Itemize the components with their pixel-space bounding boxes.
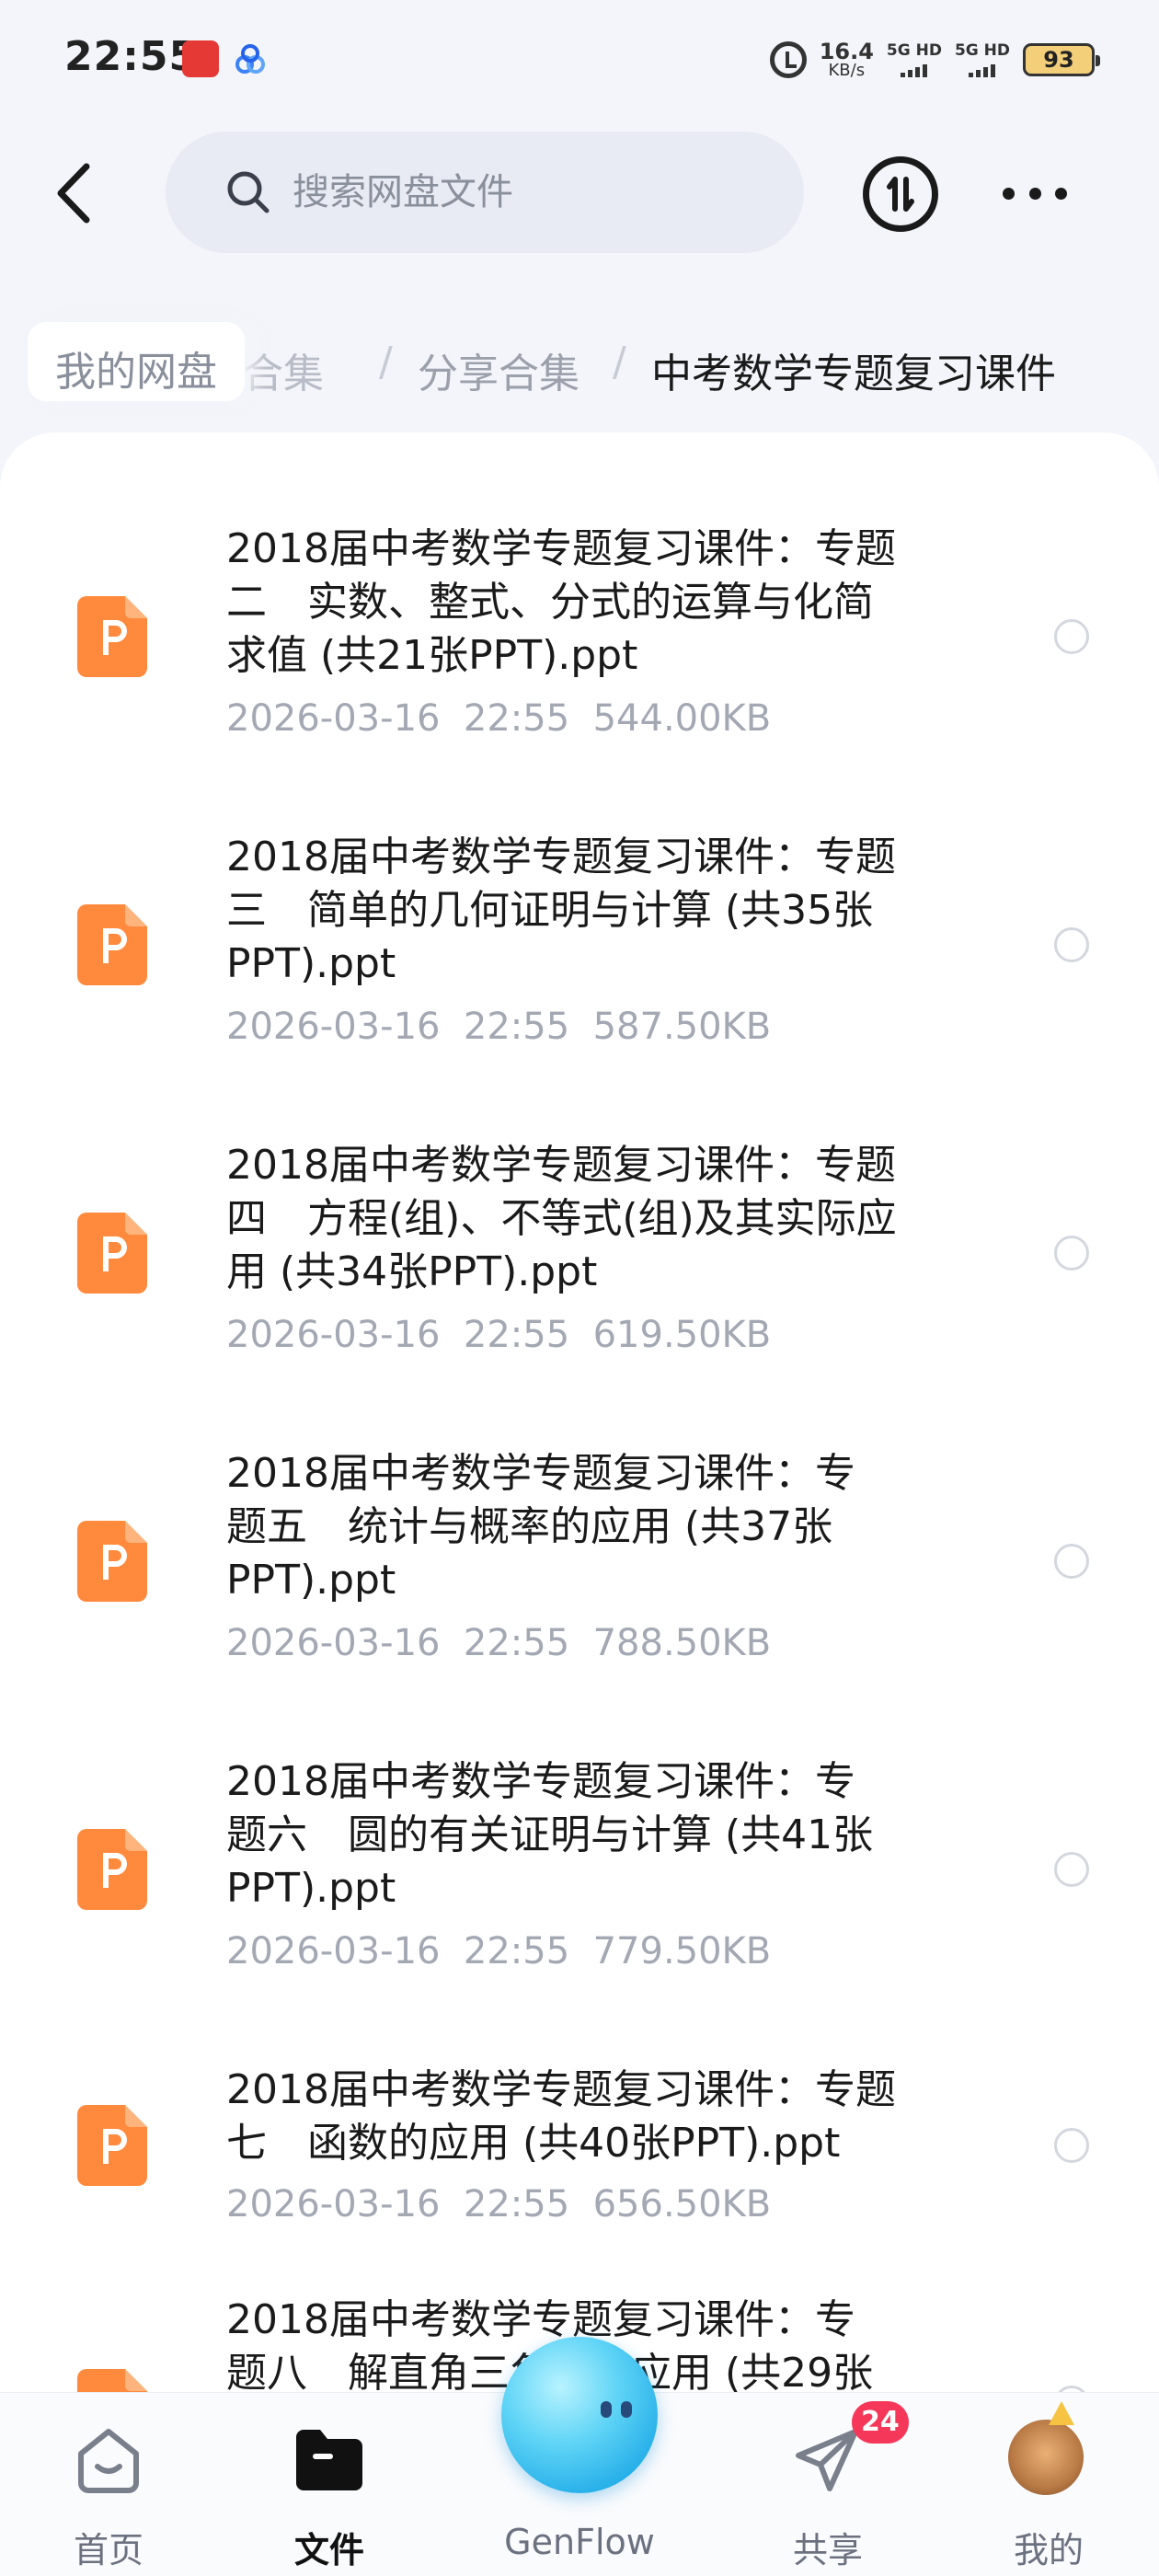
file-row[interactable]: 2018届中考数学专题复习课件：专 题六 圆的有关证明与计算 (共41张 PPT… bbox=[0, 1709, 1159, 1985]
ppt-file-icon bbox=[77, 1213, 147, 1294]
breadcrumb-item[interactable]: 分享合集 bbox=[418, 340, 580, 399]
breadcrumb-current: 中考数学专题复习课件 bbox=[651, 351, 1056, 397]
signal-label: 5G HD bbox=[954, 40, 1010, 60]
select-radio[interactable] bbox=[1054, 1852, 1089, 1887]
back-arrow-icon bbox=[57, 163, 90, 224]
search-input[interactable] bbox=[293, 171, 771, 213]
more-dot-icon bbox=[1003, 187, 1015, 200]
select-radio[interactable] bbox=[1054, 1236, 1089, 1271]
search-icon bbox=[227, 171, 270, 213]
cloud-app-icon bbox=[232, 40, 269, 77]
more-dot-icon bbox=[1055, 187, 1067, 200]
tab-share-label: 共享 bbox=[792, 2530, 863, 2570]
file-meta: 2026-03-16 22:55 788.50KB bbox=[226, 1622, 772, 1664]
more-dot-icon bbox=[1028, 187, 1041, 200]
file-name: 2018届中考数学专题复习课件：专题 七 函数的应用 (共40张PPT).ppt bbox=[226, 2066, 896, 2167]
ppt-file-icon bbox=[77, 596, 147, 677]
network-speed-value: 16.4 bbox=[819, 39, 874, 64]
file-row[interactable]: 2018届中考数学专题复习课件：专题 七 函数的应用 (共40张PPT).ppt… bbox=[0, 2018, 1159, 2275]
file-meta: 2026-03-16 22:55 656.50KB bbox=[226, 2183, 772, 2225]
alarm-icon bbox=[769, 41, 807, 78]
notification-app-icon bbox=[182, 40, 219, 77]
genflow-assistant-icon[interactable] bbox=[501, 2337, 658, 2493]
search-bar[interactable] bbox=[166, 132, 804, 253]
signal-icon: 5G HD bbox=[886, 40, 942, 77]
file-row[interactable]: 2018届中考数学专题复习课件：专 题五 统计与概率的应用 (共37张 PPT)… bbox=[0, 1401, 1159, 1677]
home-icon bbox=[72, 2422, 145, 2500]
file-meta: 2026-03-16 22:55 544.00KB bbox=[226, 697, 772, 740]
network-speed-unit: KB/s bbox=[828, 61, 866, 80]
ppt-file-icon bbox=[77, 904, 147, 985]
file-name: 2018届中考数学专题复习课件：专 题六 圆的有关证明与计算 (共41张 PPT… bbox=[226, 1758, 874, 1912]
file-meta: 2026-03-16 22:55 779.50KB bbox=[226, 1930, 772, 1972]
crown-icon bbox=[1049, 2401, 1074, 2425]
select-radio[interactable] bbox=[1054, 2128, 1089, 2163]
tab-mine-label: 我的 bbox=[1013, 2530, 1084, 2570]
ppt-file-icon bbox=[77, 2105, 147, 2186]
transfer-list-button[interactable] bbox=[863, 156, 938, 232]
file-row[interactable]: 2018届中考数学专题复习课件：专题 四 方程(组)、不等式(组)及其实际应 用… bbox=[0, 1093, 1159, 1369]
status-indicators: 16.4 KB/s 5G HD 5G HD 93 bbox=[769, 37, 1100, 83]
select-radio[interactable] bbox=[1054, 619, 1089, 654]
breadcrumb-root[interactable]: 我的网盘 bbox=[28, 322, 245, 401]
transfer-arrows-icon bbox=[887, 177, 914, 212]
folder-icon bbox=[291, 2422, 368, 2500]
file-meta: 2026-03-16 22:55 619.50KB bbox=[226, 1314, 772, 1356]
avatar[interactable] bbox=[1008, 2420, 1084, 2495]
breadcrumb-item[interactable]: 合集 bbox=[243, 340, 324, 399]
file-row[interactable]: 2018届中考数学专题复习课件：专题 二 实数、整式、分式的运算与化简 求值 (… bbox=[0, 477, 1159, 753]
battery-icon: 93 bbox=[1023, 43, 1100, 76]
tab-files[interactable]: 文件 bbox=[247, 2419, 412, 2570]
breadcrumb-separator: / bbox=[379, 339, 393, 385]
select-radio[interactable] bbox=[1054, 1544, 1089, 1579]
signal-icon: 5G HD bbox=[954, 40, 1010, 77]
back-button[interactable] bbox=[46, 156, 101, 230]
status-bar: 22:55 16.4 KB/s 5G HD 5G HD 93 bbox=[0, 0, 1159, 120]
send-icon bbox=[791, 2422, 865, 2500]
ppt-file-icon bbox=[77, 1829, 147, 1910]
signal-label: 5G HD bbox=[886, 40, 942, 60]
breadcrumb: 我的网盘 合集 / 分享合集 / 中考数学专题复习课件 bbox=[0, 313, 1159, 405]
select-radio[interactable] bbox=[1054, 927, 1089, 962]
status-time: 22:55 bbox=[64, 33, 199, 80]
share-badge: 24 bbox=[852, 2401, 909, 2444]
tab-home[interactable]: 首页 bbox=[26, 2419, 191, 2570]
file-name: 2018届中考数学专题复习课件：专题 三 简单的几何证明与计算 (共35张 PP… bbox=[226, 834, 896, 987]
tab-genflow-label: GenFlow bbox=[504, 2522, 655, 2562]
network-speed: 16.4 KB/s bbox=[820, 40, 874, 79]
file-row[interactable]: 2018届中考数学专题复习课件：专题 三 简单的几何证明与计算 (共35张 PP… bbox=[0, 785, 1159, 1061]
file-meta: 2026-03-16 22:55 587.50KB bbox=[226, 1006, 772, 1048]
file-name: 2018届中考数学专题复习课件：专题 二 实数、整式、分式的运算与化简 求值 (… bbox=[226, 525, 896, 679]
more-options-button[interactable] bbox=[1003, 175, 1067, 212]
file-name: 2018届中考数学专题复习课件：专 题五 统计与概率的应用 (共37张 PPT)… bbox=[226, 1450, 855, 1604]
page: 22:55 16.4 KB/s 5G HD 5G HD 93 搜索网盘文件 我的… bbox=[0, 0, 1159, 2576]
breadcrumb-separator: / bbox=[613, 339, 626, 385]
tab-files-label: 文件 bbox=[293, 2530, 364, 2570]
ppt-file-icon bbox=[77, 1521, 147, 1602]
tab-home-label: 首页 bbox=[73, 2530, 143, 2570]
file-name: 2018届中考数学专题复习课件：专题 四 方程(组)、不等式(组)及其实际应 用… bbox=[226, 1142, 897, 1295]
file-list: 2018届中考数学专题复习课件：专题 二 实数、整式、分式的运算与化简 求值 (… bbox=[0, 432, 1159, 2401]
